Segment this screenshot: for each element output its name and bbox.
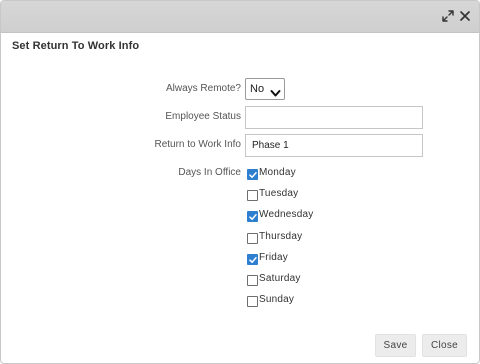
close-icon[interactable] (458, 9, 472, 23)
day-label-tuesday: Tuesday (259, 188, 299, 199)
return-to-work-info-label: Return to Work Info (154, 139, 241, 150)
return-to-work-info-input[interactable] (245, 134, 423, 157)
set-return-to-work-dialog: Set Return To Work Info Always Remote? N… (0, 0, 480, 364)
always-remote-select[interactable]: No (245, 78, 285, 100)
always-remote-label: Always Remote? (165, 83, 241, 94)
dialog-title: Set Return To Work Info (12, 40, 140, 52)
chevron-down-icon (270, 85, 281, 103)
day-label-friday: Friday (259, 252, 288, 263)
day-label-saturday: Saturday (259, 273, 301, 284)
days-in-office-label: Days In Office (178, 167, 241, 178)
always-remote-value: No (250, 83, 265, 95)
employee-status-label: Employee Status (165, 111, 241, 122)
day-label-wednesday: Wednesday (259, 209, 314, 220)
day-label-thursday: Thursday (259, 231, 303, 242)
employee-status-input[interactable] (245, 106, 423, 129)
checkbox-checked-icon[interactable] (247, 169, 258, 180)
day-label-sunday: Sunday (259, 294, 295, 305)
expand-icon[interactable] (441, 9, 455, 23)
save-button[interactable]: Save (375, 334, 416, 357)
checkbox-unchecked-icon[interactable] (247, 190, 258, 201)
checkbox-checked-icon[interactable] (247, 211, 258, 222)
checkbox-unchecked-icon[interactable] (247, 233, 258, 244)
close-button[interactable]: Close (422, 334, 467, 357)
checkbox-unchecked-icon[interactable] (247, 275, 258, 286)
day-label-monday: Monday (259, 167, 296, 178)
checkbox-checked-icon[interactable] (247, 254, 258, 265)
dialog-titlebar[interactable] (1, 1, 479, 33)
checkbox-unchecked-icon[interactable] (247, 296, 258, 307)
